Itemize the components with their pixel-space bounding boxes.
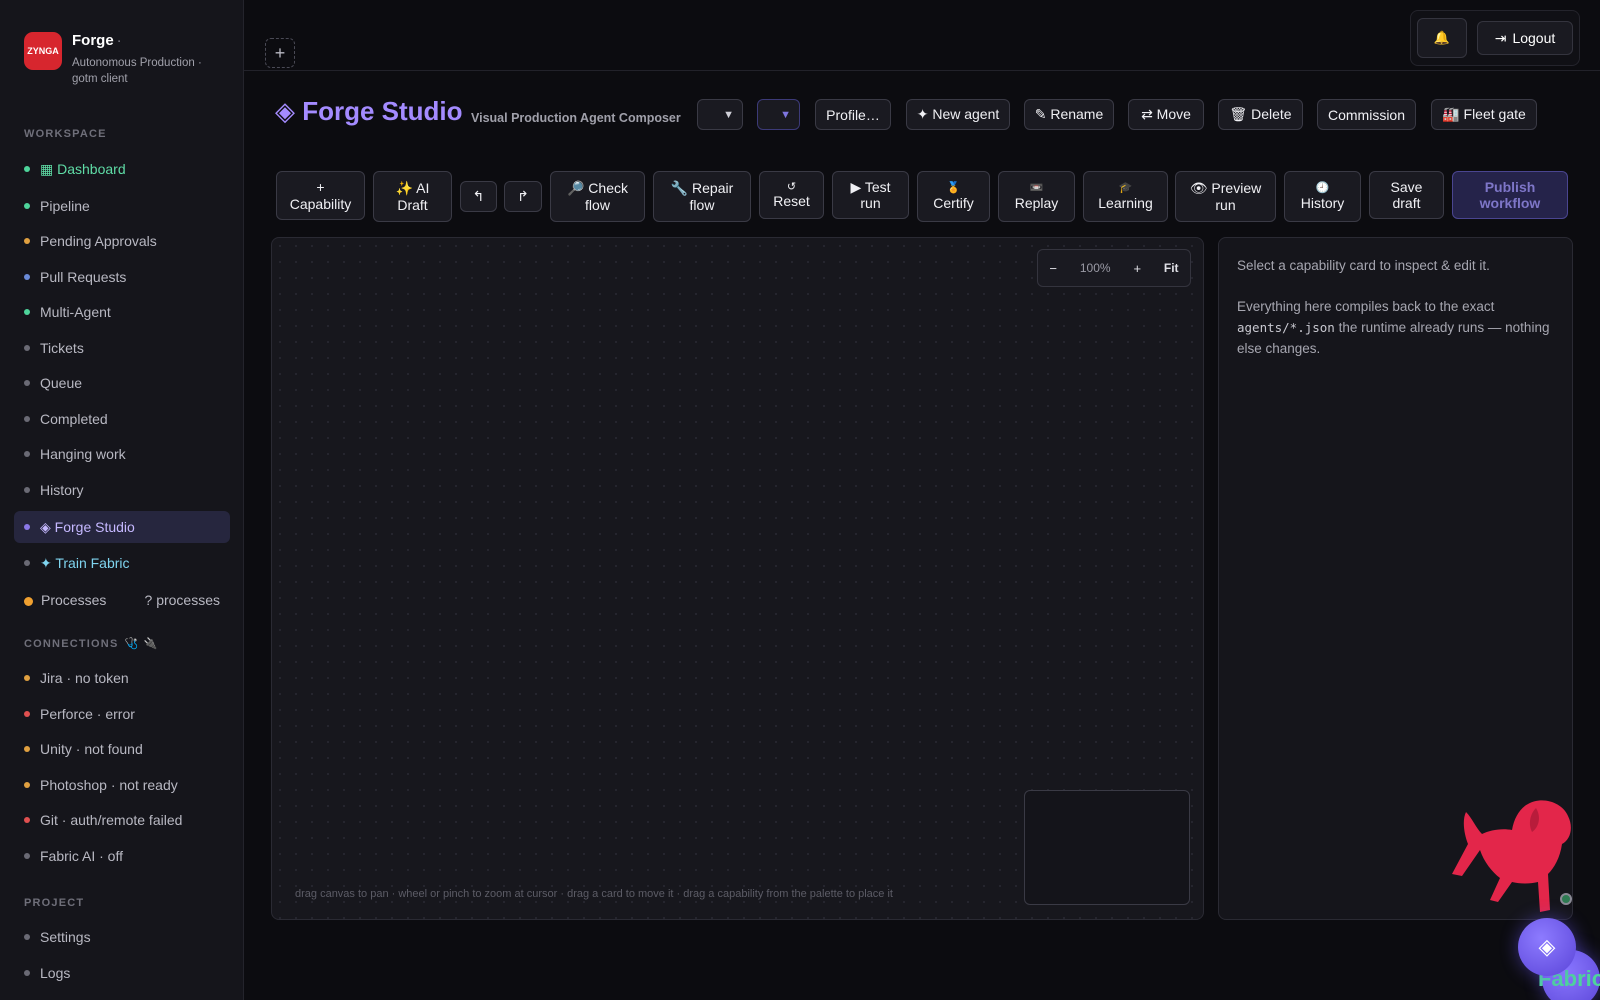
sidebar-item-multi-agent[interactable]: Multi-Agent bbox=[14, 297, 230, 327]
move-button[interactable]: ⇄ Move bbox=[1128, 99, 1204, 130]
connection-photoshop[interactable]: Photoshop · not ready bbox=[14, 770, 230, 800]
ai-draft-button[interactable]: ✨ AI Draft bbox=[373, 171, 452, 222]
notifications-button[interactable]: 🔔 bbox=[1417, 18, 1467, 58]
sidebar-item-logs[interactable]: Logs bbox=[14, 958, 230, 988]
sidebar-item-pending-approvals[interactable]: Pending Approvals bbox=[14, 226, 230, 256]
processes-count: ? processes bbox=[144, 592, 220, 608]
connection-fabric-ai[interactable]: Fabric AI · off bbox=[14, 841, 230, 871]
sidebar: ZYNGA Forge · Fabric Autonomous Production… bbox=[0, 0, 1600, 1000]
logout-icon: ⇥ bbox=[1494, 29, 1507, 46]
version-select[interactable]: ▼ bbox=[757, 99, 800, 130]
sidebar-item-tickets[interactable]: Tickets bbox=[14, 333, 230, 363]
chevron-down-icon: ▼ bbox=[780, 108, 791, 121]
workspace-label: WORKSPACE bbox=[24, 128, 107, 140]
graduation-cap-icon: 🎓 bbox=[1118, 182, 1133, 195]
brand-title: Forge · Fabric bbox=[72, 32, 1600, 1000]
assistant-fab-button[interactable]: ◈ bbox=[1518, 918, 1576, 976]
logout-button[interactable]: ⇥ Logout bbox=[1477, 21, 1573, 55]
sidebar-item-forge-studio[interactable]: ◈ Forge Studio bbox=[14, 511, 230, 543]
connection-status-dot bbox=[1560, 893, 1572, 905]
sidebar-item-settings[interactable]: Settings bbox=[14, 922, 230, 952]
sidebar-item-completed[interactable]: Completed bbox=[14, 404, 230, 434]
add-tab-button[interactable]: + bbox=[265, 38, 295, 68]
sidebar-item-history[interactable]: History bbox=[14, 475, 230, 505]
redo-button[interactable]: ↱ bbox=[504, 181, 542, 212]
sidebar-item-train-fabric[interactable]: ✦ Train Fabric bbox=[14, 548, 230, 578]
replay-button[interactable]: 📼 Replay bbox=[998, 171, 1075, 222]
zoom-level: 100% bbox=[1079, 261, 1111, 275]
reset-icon: ↺ bbox=[786, 180, 797, 193]
reset-button[interactable]: ↺ Reset bbox=[759, 171, 824, 219]
minimap[interactable] bbox=[1024, 790, 1190, 905]
chevron-down-icon: ▼ bbox=[723, 108, 734, 121]
fit-button[interactable]: Fit bbox=[1164, 261, 1179, 275]
redo-icon: ↱ bbox=[517, 188, 529, 205]
history-button[interactable]: 🕘 History bbox=[1284, 171, 1361, 222]
diamond-icon: ◈ bbox=[1538, 934, 1556, 959]
certify-button[interactable]: 🏅 Certify bbox=[917, 171, 990, 222]
connection-perforce[interactable]: Perforce · error bbox=[14, 699, 230, 729]
bell-icon: 🔔 bbox=[1433, 30, 1451, 45]
processes-status-dot bbox=[24, 596, 33, 606]
undo-icon: ↰ bbox=[472, 188, 485, 205]
zoom-in-button[interactable]: + bbox=[1133, 261, 1141, 276]
connections-icons[interactable]: 🩺 🔌 bbox=[124, 638, 158, 650]
sidebar-item-hanging-work[interactable]: Hanging work bbox=[14, 439, 230, 469]
sidebar-item-queue[interactable]: Queue bbox=[14, 368, 230, 398]
brand-separator: · bbox=[116, 32, 122, 49]
page-subtitle: Visual Production Agent Composer bbox=[471, 111, 681, 125]
brand-subtitle: Autonomous Production · gotm client bbox=[72, 56, 202, 86]
preview-run-button[interactable]: 👁 Preview run bbox=[1175, 171, 1276, 222]
processes-row[interactable]: Processes ? processes bbox=[24, 592, 220, 608]
sidebar-item-pull-requests[interactable]: Pull Requests bbox=[14, 262, 230, 292]
profile-button[interactable]: Profile… bbox=[815, 99, 891, 130]
new-agent-button[interactable]: ✦ New agent bbox=[906, 99, 1010, 130]
rename-button[interactable]: ✎ Rename bbox=[1024, 99, 1114, 130]
canvas-hint: drag canvas to pan · wheel or pinch to z… bbox=[295, 888, 893, 900]
check-flow-button[interactable]: 🔎 Check flow bbox=[550, 171, 645, 222]
processes-label: Processes bbox=[41, 592, 107, 608]
inspector-info-text: Everything here compiles back to the exa… bbox=[1237, 298, 1550, 356]
learning-button[interactable]: 🎓 Learning bbox=[1083, 171, 1168, 222]
connection-jira[interactable]: Jira · no token bbox=[14, 663, 230, 693]
cassette-icon: 📼 bbox=[1029, 182, 1044, 195]
undo-button[interactable]: ↰ bbox=[460, 181, 497, 212]
add-capability-button[interactable]: + Capability bbox=[276, 171, 365, 220]
connections-label: CONNECTIONS 🩺 🔌 bbox=[24, 638, 159, 650]
zoom-controls: − 100% + Fit bbox=[1037, 249, 1191, 287]
repair-flow-button[interactable]: 🔧 Repair flow bbox=[653, 171, 751, 222]
top-bar bbox=[244, 0, 1600, 71]
sidebar-item-pipeline[interactable]: Pipeline bbox=[14, 191, 230, 221]
inspector-empty-text: Select a capability card to inspect & ed… bbox=[1237, 258, 1490, 273]
fleet-gate-button[interactable]: 🏭 Fleet gate bbox=[1431, 99, 1537, 130]
brand-name: Forge bbox=[72, 32, 114, 49]
page-title: ◈ Forge Studio bbox=[275, 96, 463, 126]
delete-button[interactable]: 🗑 Delete bbox=[1218, 99, 1303, 130]
commission-button[interactable]: Commission bbox=[1317, 99, 1416, 130]
clock-icon: 🕘 bbox=[1315, 182, 1330, 195]
brand: ZYNGA Forge · Fabric Autonomous Production… bbox=[24, 32, 1600, 1000]
publish-workflow-button[interactable]: Publish workflow bbox=[1452, 171, 1568, 219]
connection-unity[interactable]: Unity · not found bbox=[14, 734, 230, 764]
brand-logo: ZYNGA bbox=[24, 32, 62, 70]
zoom-out-button[interactable]: − bbox=[1049, 261, 1057, 276]
logo-text: ZYNGA bbox=[27, 46, 59, 56]
test-run-button[interactable]: ▶ Test run bbox=[832, 171, 909, 219]
medal-icon: 🏅 bbox=[946, 182, 961, 195]
save-draft-button[interactable]: Save draft bbox=[1369, 171, 1444, 219]
sidebar-item-dashboard[interactable]: ▦ Dashboard bbox=[14, 154, 230, 184]
agent-select[interactable]: ▼ bbox=[697, 99, 743, 130]
project-label: PROJECT bbox=[24, 897, 85, 909]
connection-git[interactable]: Git · auth/remote failed bbox=[14, 805, 230, 835]
